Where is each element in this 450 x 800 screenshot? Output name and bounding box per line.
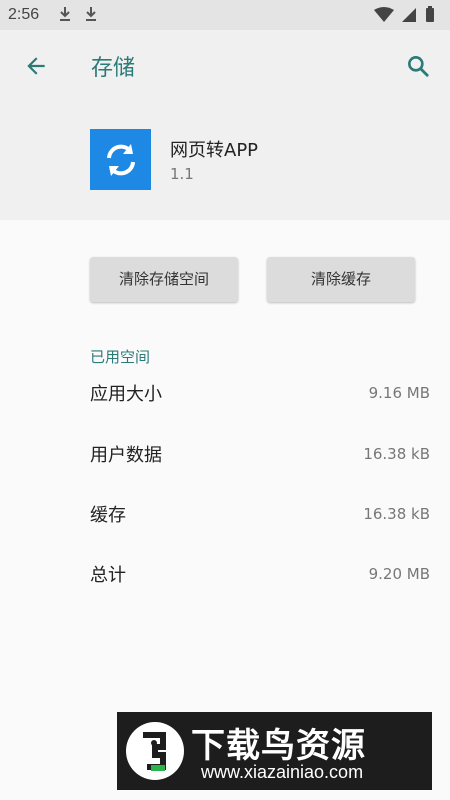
search-icon bbox=[408, 56, 429, 77]
download-icon bbox=[60, 7, 70, 21]
arrow-back-icon bbox=[27, 57, 45, 75]
download-icon bbox=[86, 7, 96, 21]
status-bar: 2:56 bbox=[0, 0, 450, 30]
app-icon bbox=[90, 129, 151, 190]
cache-value: 16.38 kB bbox=[363, 505, 430, 523]
status-time: 2:56 bbox=[8, 6, 40, 23]
app-size-value: 9.16 MB bbox=[368, 384, 430, 402]
storage-screen: 2:56 存储 网页转APP 1.1 清除存储空间 清除缓存 已用空间 应用大小… bbox=[0, 0, 450, 800]
clear-cache-button[interactable]: 清除缓存 bbox=[267, 257, 415, 302]
page-title: 存储 bbox=[91, 56, 136, 81]
user-data-value: 16.38 kB bbox=[363, 445, 430, 463]
battery-icon bbox=[426, 8, 434, 22]
app-name: 网页转APP bbox=[170, 140, 259, 161]
watermark-banner: 下载鸟资源 www.xiazainiao.com bbox=[117, 712, 432, 790]
app-header: 网页转APP 1.1 bbox=[0, 102, 450, 220]
user-data-label: 用户数据 bbox=[90, 445, 162, 466]
back-button[interactable] bbox=[18, 48, 54, 84]
watermark-title: 下载鸟资源 bbox=[191, 726, 366, 766]
bird-logo-icon bbox=[126, 722, 184, 780]
search-button[interactable] bbox=[400, 48, 436, 84]
sync-icon bbox=[106, 143, 135, 176]
signal-icon bbox=[402, 8, 416, 22]
total-label: 总计 bbox=[90, 565, 126, 586]
used-space-header: 已用空间 bbox=[90, 348, 151, 366]
clear-storage-button[interactable]: 清除存储空间 bbox=[90, 257, 238, 302]
app-size-label: 应用大小 bbox=[90, 384, 162, 405]
wifi-icon bbox=[374, 7, 394, 22]
app-bar: 存储 bbox=[0, 30, 450, 102]
cache-label: 缓存 bbox=[90, 505, 126, 526]
total-value: 9.20 MB bbox=[368, 565, 430, 583]
app-version: 1.1 bbox=[170, 165, 194, 183]
status-icons bbox=[374, 6, 434, 22]
watermark-url: www.xiazainiao.com bbox=[201, 762, 364, 782]
